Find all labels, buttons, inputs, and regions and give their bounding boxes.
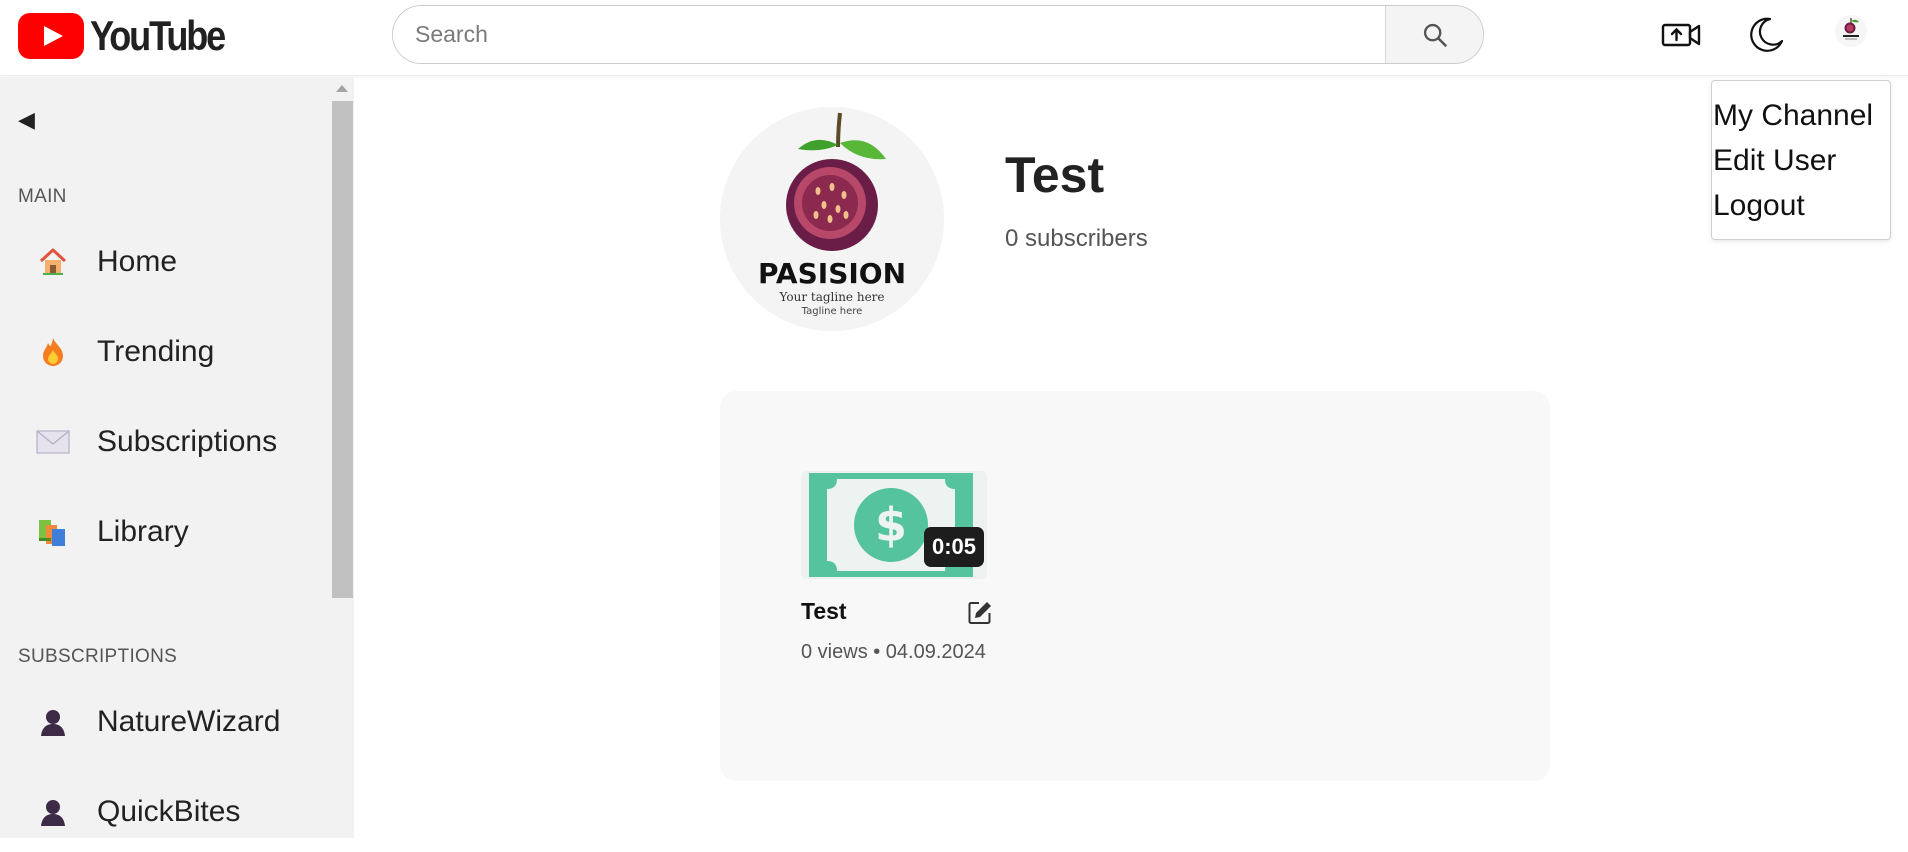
sidebar-item-library[interactable]: Library: [0, 492, 330, 572]
youtube-play-icon: [18, 13, 84, 59]
sidebar-item-quickbites[interactable]: QuickBites: [0, 772, 330, 852]
sidebar-item-label: QuickBites: [97, 795, 241, 828]
sidebar: ◀ MAIN Home Trending Subscriptions Libra…: [0, 77, 354, 838]
video-title[interactable]: Test: [801, 598, 847, 625]
user-icon: [36, 705, 70, 739]
collapse-sidebar-button[interactable]: ◀: [18, 107, 35, 133]
dark-mode-button[interactable]: [1743, 12, 1789, 58]
video-card[interactable]: $ 0:05 Test 0 views • 04.09.2024: [801, 471, 1001, 663]
scroll-up-arrow-icon[interactable]: [336, 85, 348, 92]
top-header: YouTube: [0, 0, 1908, 76]
search-button[interactable]: [1385, 6, 1483, 63]
sidebar-item-label: NatureWizard: [97, 705, 281, 738]
edit-video-button[interactable]: [967, 600, 993, 626]
youtube-logo[interactable]: YouTube: [18, 12, 246, 60]
passion-fruit-avatar-icon: [1835, 15, 1867, 47]
menu-item-my-channel[interactable]: My Channel: [1712, 93, 1890, 138]
section-title-main: MAIN: [18, 186, 67, 207]
search-bar: [392, 5, 1484, 64]
sidebar-item-label: Library: [97, 515, 189, 548]
user-icon: [36, 795, 70, 829]
logo-text: YouTube: [90, 12, 226, 59]
user-dropdown-menu: My Channel Edit User Logout: [1711, 80, 1891, 240]
envelope-icon: [36, 425, 70, 459]
sidebar-item-label: Home: [97, 245, 178, 278]
sidebar-item-trending[interactable]: Trending: [0, 312, 330, 392]
edit-pencil-icon: [968, 602, 991, 624]
video-thumbnail[interactable]: $ 0:05: [801, 471, 987, 579]
dark-mode-icon: [1750, 17, 1784, 52]
subscriber-count: 0 subscribers: [1005, 225, 1148, 252]
scrollbar-thumb[interactable]: [332, 101, 353, 598]
svg-text:$: $: [875, 498, 907, 552]
channel-name: Test: [1005, 147, 1105, 203]
sidebar-item-naturewizard[interactable]: NatureWizard: [0, 682, 330, 762]
sidebar-item-label: Trending: [97, 335, 215, 368]
search-input[interactable]: [393, 6, 1385, 63]
user-avatar[interactable]: [1834, 14, 1868, 48]
menu-item-logout[interactable]: Logout: [1712, 183, 1890, 228]
channel-logo-tagline: Your tagline here: [778, 290, 884, 304]
videos-panel: $ 0:05 Test 0 views • 04.09.2024: [720, 391, 1550, 781]
home-icon: [36, 245, 70, 279]
channel-logo-text: PASISION: [758, 257, 906, 290]
upload-video-button[interactable]: [1658, 12, 1704, 58]
sidebar-item-label: Subscriptions: [97, 425, 278, 458]
upload-video-icon: [1661, 23, 1701, 47]
section-title-subscriptions: SUBSCRIPTIONS: [18, 646, 178, 667]
channel-logo-tagline-2: Tagline here: [801, 306, 863, 317]
sidebar-item-home[interactable]: Home: [0, 222, 330, 302]
channel-avatar: PASISION Your tagline here Tagline here: [720, 107, 944, 331]
menu-item-edit-user[interactable]: Edit User: [1712, 138, 1890, 183]
video-meta: 0 views • 04.09.2024: [801, 641, 986, 663]
books-icon: [36, 515, 70, 549]
sidebar-item-subscriptions[interactable]: Subscriptions: [0, 402, 330, 482]
video-duration: 0:05: [924, 527, 984, 567]
search-icon: [1423, 23, 1447, 47]
fire-icon: [36, 335, 70, 369]
